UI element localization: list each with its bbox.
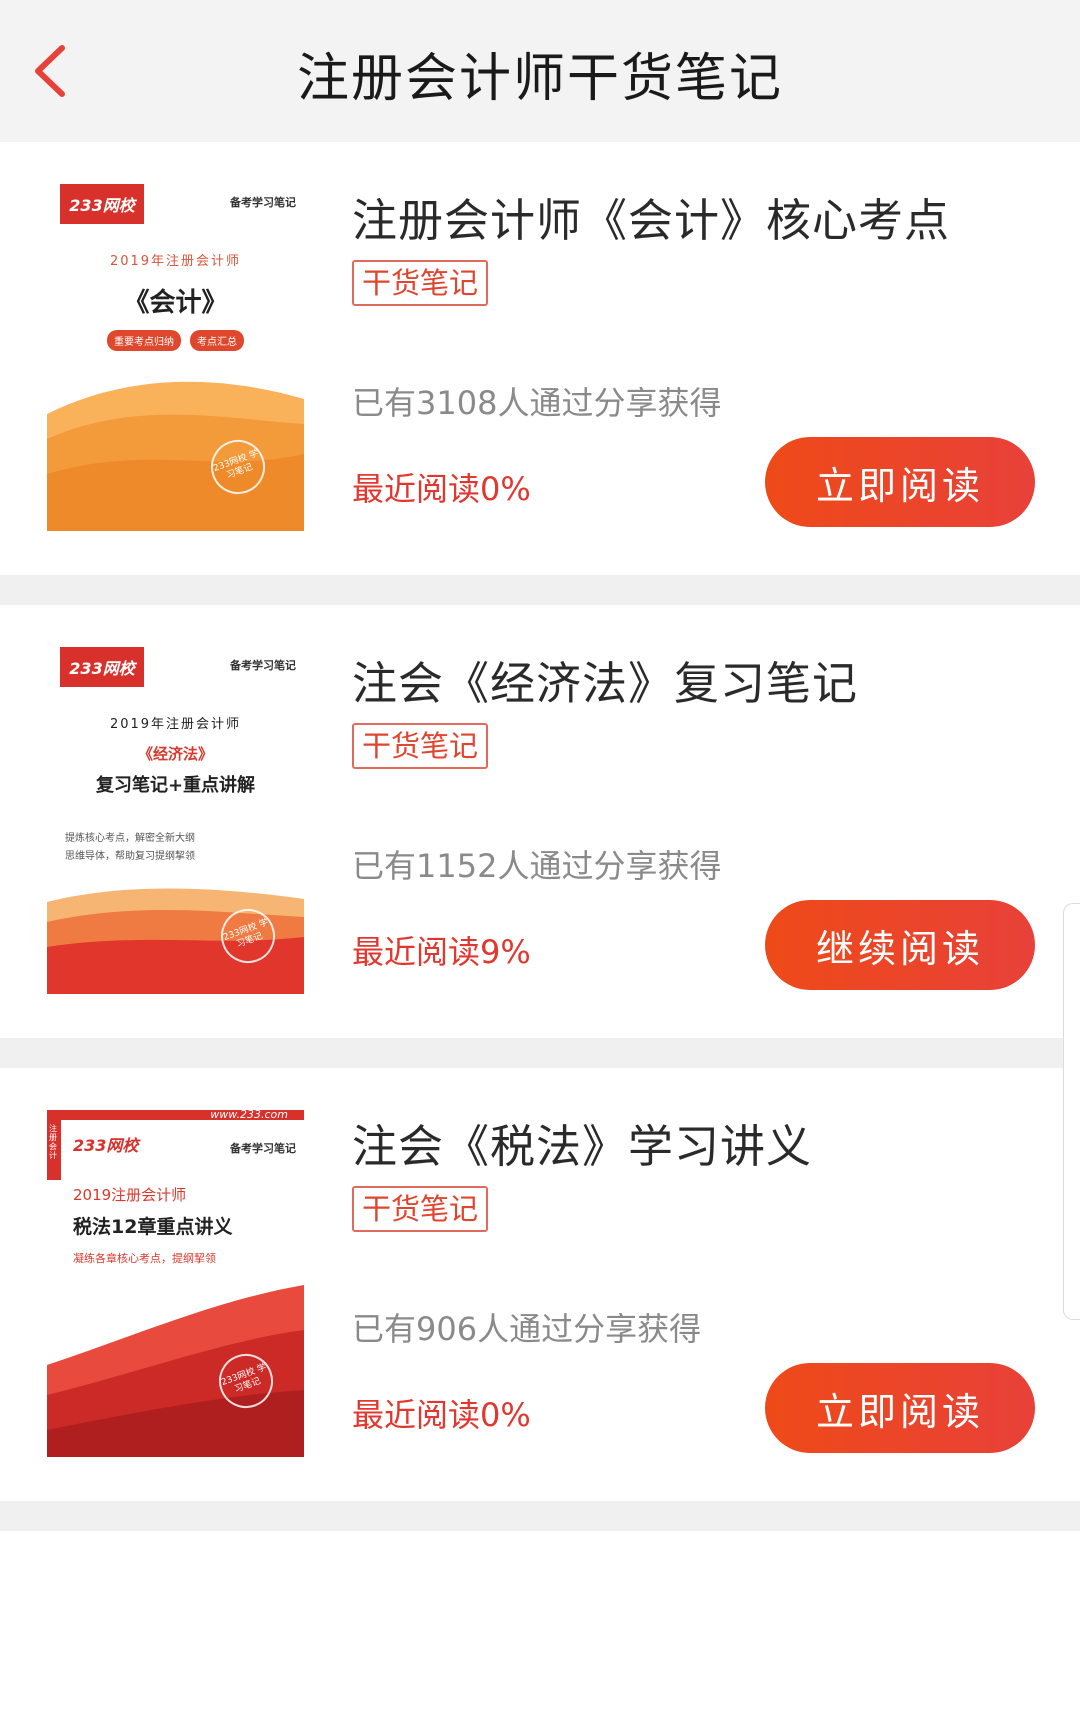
book-list: 233网校 备考学习笔记 2019年注册会计师 《会计》 重要考点归纳 考点汇总…: [0, 142, 1080, 1531]
cover-subject: 税法12章重点讲义: [73, 1216, 233, 1238]
category-badge: 干货笔记: [352, 260, 489, 306]
reading-progress: 最近阅读0%: [352, 470, 531, 508]
cover-subject: 《会计》: [123, 288, 228, 318]
category-badge: 干货笔记: [352, 1186, 489, 1232]
book-card[interactable]: www.233.com 注册会计 233网校 备考学习笔记 2019注册会计师 …: [0, 1068, 1080, 1531]
book-cover[interactable]: 233网校 备考学习笔记 2019年注册会计师 《经济法》 复习笔记+重点讲解 …: [47, 647, 304, 994]
share-count: 已有3108人通过分享获得: [352, 384, 722, 422]
book-card[interactable]: 233网校 备考学习笔记 2019年注册会计师 《会计》 重要考点归纳 考点汇总…: [0, 142, 1080, 605]
reading-progress: 最近阅读9%: [352, 933, 531, 971]
book-cover[interactable]: www.233.com 注册会计 233网校 备考学习笔记 2019注册会计师 …: [47, 1110, 304, 1457]
cover-bullet: 提炼核心考点，解密全新大纲: [65, 833, 195, 844]
scrollbar[interactable]: [1063, 903, 1080, 1320]
cover-url: www.233.com: [210, 1110, 288, 1121]
cover-year: 2019年注册会计师: [109, 717, 242, 732]
cover-tag: 备考学习笔记: [230, 659, 296, 672]
cover-tag: 备考学习笔记: [230, 1142, 296, 1155]
page-title: 注册会计师干货笔记: [296, 49, 783, 109]
cover-logo: 233网校: [60, 647, 144, 687]
cover-year: 2019注册会计师: [73, 1186, 187, 1204]
cover-logo: 233网校: [73, 1136, 139, 1155]
book-title[interactable]: 注会《经济法》复习笔记: [352, 647, 858, 712]
category-badge: 干货笔记: [352, 723, 489, 769]
read-now-button[interactable]: 立即阅读: [765, 1363, 1035, 1453]
cover-pills: 重要考点归纳 考点汇总: [47, 330, 304, 351]
cover-tag: 备考学习笔记: [230, 196, 296, 209]
cover-logo: 233网校: [60, 184, 144, 224]
book-cover[interactable]: 233网校 备考学习笔记 2019年注册会计师 《会计》 重要考点归纳 考点汇总…: [47, 184, 304, 531]
share-count: 已有1152人通过分享获得: [352, 847, 722, 885]
book-card[interactable]: 233网校 备考学习笔记 2019年注册会计师 《经济法》 复习笔记+重点讲解 …: [0, 605, 1080, 1068]
book-title[interactable]: 注册会计师《会计》核心考点: [352, 184, 950, 249]
app-header: 注册会计师干货笔记: [0, 0, 1080, 142]
cover-pill: 考点汇总: [190, 330, 245, 351]
continue-reading-button[interactable]: 继续阅读: [765, 900, 1035, 990]
reading-progress: 最近阅读0%: [352, 1396, 531, 1434]
cover-bullet: 凝练各章核心考点，提纲挈领: [73, 1252, 216, 1265]
share-count: 已有906人通过分享获得: [352, 1310, 702, 1348]
cover-pill: 重要考点归纳: [106, 330, 181, 351]
cover-bullet: 思维导体，帮助复习提纲挈领: [65, 851, 195, 862]
book-title[interactable]: 注会《税法》学习讲义: [352, 1110, 812, 1175]
cover-year: 2019年注册会计师: [109, 254, 242, 269]
cover-subject: 《经济法》: [137, 745, 213, 763]
read-now-button[interactable]: 立即阅读: [765, 437, 1035, 527]
cover-subtitle: 复习笔记+重点讲解: [95, 775, 256, 796]
cover-side-label: 注册会计: [49, 1124, 57, 1160]
